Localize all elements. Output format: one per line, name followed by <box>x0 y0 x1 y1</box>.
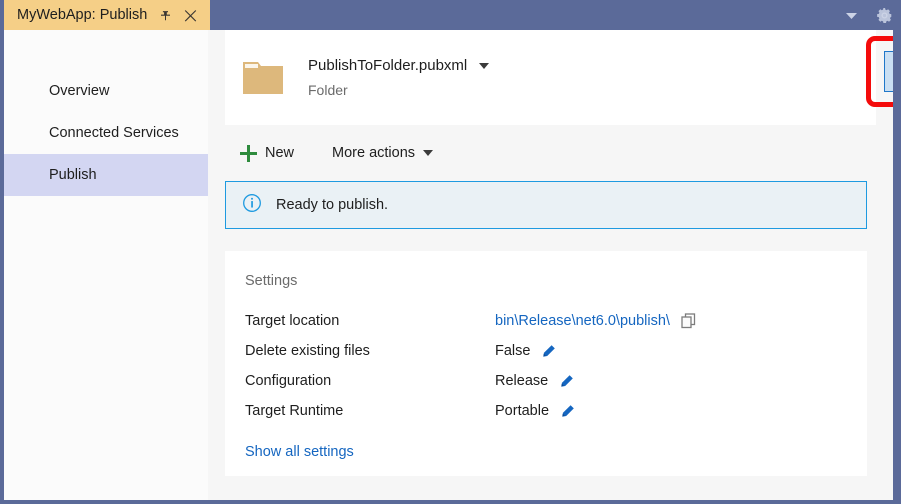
setting-label: Delete existing files <box>245 343 370 359</box>
setting-row-delete-existing-files: Delete existing files False <box>245 336 843 366</box>
setting-value-text: False <box>495 343 531 359</box>
settings-card: Settings Target location bin\Release\net… <box>225 251 867 476</box>
plus-icon <box>240 144 257 162</box>
more-actions-label: More actions <box>332 145 416 161</box>
document-tab-strip: MyWebApp: Publish <box>0 0 901 30</box>
close-icon[interactable] <box>182 7 199 24</box>
folder-icon <box>241 58 285 98</box>
publish-toolbar: New More actions <box>225 125 876 181</box>
setting-row-target-location: Target location bin\Release\net6.0\publi… <box>245 306 843 336</box>
setting-label: Target location <box>245 313 340 329</box>
setting-value-text: Release <box>495 373 549 389</box>
sidebar-item-label: Connected Services <box>49 125 179 141</box>
publish-profile-kind: Folder <box>308 82 348 98</box>
sidebar-navigation: Overview Connected Services Publish <box>4 30 208 500</box>
settings-title: Settings <box>245 273 298 289</box>
setting-value-text: Portable <box>495 403 550 419</box>
publish-main-content: PublishToFolder.pubxml Folder New More a… <box>208 30 893 500</box>
pencil-icon[interactable] <box>541 344 556 359</box>
setting-value-target-runtime: Portable <box>495 403 575 419</box>
pencil-icon[interactable] <box>560 404 575 419</box>
visual-studio-publish-window: MyWebApp: Publish Overview Connected Ser… <box>0 0 901 504</box>
document-tab-publish[interactable]: MyWebApp: Publish <box>4 0 211 30</box>
publish-profile-name-row[interactable]: PublishToFolder.pubxml <box>308 57 490 74</box>
copy-icon[interactable] <box>681 313 696 329</box>
show-all-settings-link[interactable]: Show all settings <box>245 444 354 460</box>
gear-icon[interactable] <box>875 6 893 24</box>
setting-value-text[interactable]: bin\Release\net6.0\publish\ <box>495 313 670 329</box>
publish-profile-header: PublishToFolder.pubxml Folder <box>225 30 893 125</box>
new-profile-button[interactable]: New <box>240 144 295 162</box>
tab-strip-controls <box>842 0 893 30</box>
status-banner-message: Ready to publish. <box>276 197 389 213</box>
chevron-down-icon <box>423 150 434 156</box>
more-actions-button[interactable]: More actions <box>332 145 434 161</box>
sidebar-item-label: Publish <box>49 167 97 183</box>
sidebar-item-label: Overview <box>49 83 110 99</box>
pin-icon[interactable] <box>156 7 173 24</box>
document-tab-label: MyWebApp: Publish <box>17 7 148 23</box>
setting-label: Target Runtime <box>245 403 344 419</box>
new-profile-label: New <box>265 145 295 161</box>
sidebar-item-connected-services[interactable]: Connected Services <box>4 112 208 154</box>
publish-profile-text: PublishToFolder.pubxml Folder <box>308 57 490 98</box>
publish-page-body: Overview Connected Services Publish Publ… <box>4 30 893 500</box>
setting-value-target-location: bin\Release\net6.0\publish\ <box>495 313 696 329</box>
chevron-down-icon[interactable] <box>479 62 490 69</box>
status-banner: Ready to publish. <box>225 181 867 229</box>
setting-value-delete-existing-files: False <box>495 343 556 359</box>
sidebar-item-publish[interactable]: Publish <box>4 154 208 196</box>
setting-label: Configuration <box>245 373 332 389</box>
chevron-down-icon[interactable] <box>842 6 860 24</box>
publish-profile-name: PublishToFolder.pubxml <box>308 57 468 74</box>
setting-row-target-runtime: Target Runtime Portable <box>245 396 843 426</box>
sidebar-item-overview[interactable]: Overview <box>4 70 208 112</box>
publish-button[interactable]: Publish <box>884 51 893 92</box>
pencil-icon[interactable] <box>559 374 574 389</box>
setting-value-configuration: Release <box>495 373 574 389</box>
setting-row-configuration: Configuration Release <box>245 366 843 396</box>
info-circle-icon <box>242 193 262 218</box>
